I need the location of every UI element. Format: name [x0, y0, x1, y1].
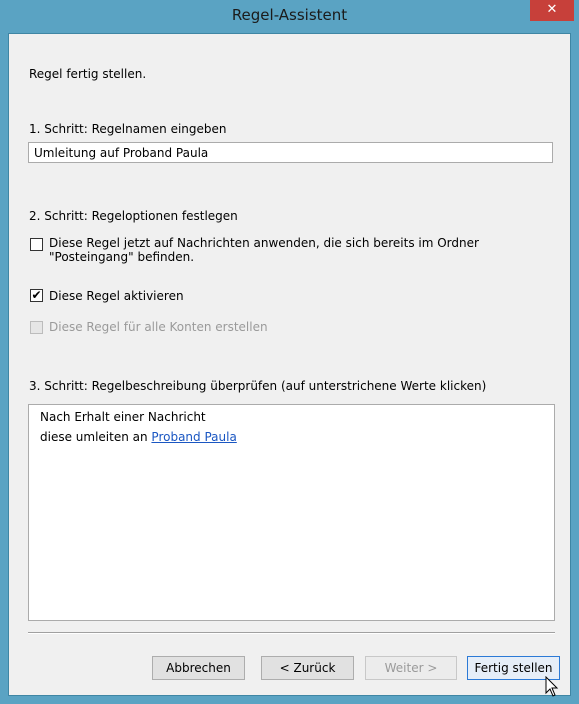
step3-label: 3. Schritt: Regelbeschreibung überprüfen…	[29, 379, 487, 393]
back-button[interactable]: < Zurück	[261, 656, 354, 680]
step2-label: 2. Schritt: Regeloptionen festlegen	[29, 209, 238, 223]
title-bar[interactable]: Regel-Assistent ✕	[0, 0, 579, 34]
activate-rule-checkbox[interactable]: ✔	[30, 289, 43, 302]
apply-now-checkbox[interactable]	[30, 238, 43, 251]
apply-now-label-line1: Diese Regel jetzt auf Nachrichten anwend…	[49, 236, 479, 250]
mouse-pointer-icon	[545, 676, 559, 697]
rule-name-input[interactable]	[28, 142, 553, 163]
step1-label: 1. Schritt: Regelnamen eingeben	[29, 122, 227, 136]
description-action-text: diese umleiten an	[40, 430, 152, 444]
apply-now-label[interactable]: Diese Regel jetzt auf Nachrichten anwend…	[49, 236, 549, 264]
dialog-body: Regel fertig stellen. 1. Schritt: Regeln…	[8, 33, 571, 697]
next-button: Weiter >	[365, 656, 457, 680]
apply-now-label-line2: "Posteingang" befinden.	[49, 250, 195, 264]
page-heading: Regel fertig stellen.	[29, 67, 147, 81]
window-title: Regel-Assistent	[231, 6, 348, 24]
close-icon: ✕	[546, 2, 558, 17]
rule-wizard-window: Regel-Assistent ✕ Regel fertig stellen. …	[0, 0, 579, 704]
activate-rule-label[interactable]: Diese Regel aktivieren	[49, 289, 184, 303]
description-action: diese umleiten an Proband Paula	[40, 430, 237, 444]
separator	[28, 632, 555, 634]
cancel-button[interactable]: Abbrechen	[152, 656, 245, 680]
all-accounts-label: Diese Regel für alle Konten erstellen	[49, 320, 268, 334]
close-button[interactable]: ✕	[530, 0, 574, 21]
all-accounts-checkbox	[30, 321, 43, 334]
checkmark-icon: ✔	[31, 288, 42, 302]
recipient-link[interactable]: Proband Paula	[151, 430, 236, 444]
description-condition: Nach Erhalt einer Nachricht	[40, 410, 206, 424]
rule-description-box[interactable]: Nach Erhalt einer Nachricht diese umleit…	[28, 404, 555, 621]
